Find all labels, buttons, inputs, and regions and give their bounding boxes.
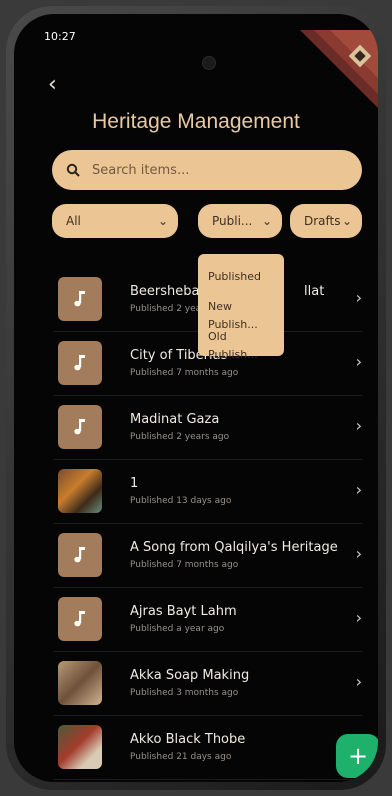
music-note-icon: [58, 597, 102, 641]
status-dropdown-value: Publi...: [212, 214, 253, 228]
music-note-icon: [58, 277, 102, 321]
item-title: Ajras Bayt Lahm: [130, 604, 237, 619]
item-subtitle: Published 13 days ago: [130, 496, 232, 506]
chevron-right-icon: ›: [355, 416, 362, 435]
list-item[interactable]: Ajras Bayt Lahm Published a year ago ›: [54, 588, 362, 652]
category-dropdown-value: All: [66, 214, 81, 228]
back-button[interactable]: ‹: [48, 72, 57, 97]
chevron-down-icon: ⌄: [157, 214, 168, 228]
menu-item-new-published[interactable]: New Publish...: [198, 292, 284, 331]
item-subtitle: Published 21 days ago: [130, 752, 232, 762]
item-subtitle: Published a year ago: [130, 624, 225, 634]
list-item[interactable]: Madinat Gaza Published 2 years ago ›: [54, 396, 362, 460]
item-title: Madinat Gaza: [130, 412, 220, 427]
filter-row: All ⌄ Publi... ⌄ Drafts ⌄: [52, 204, 362, 238]
chevron-right-icon: ›: [355, 352, 362, 371]
item-subtitle: Published 2 yea: [130, 304, 202, 314]
chevron-down-icon: ⌄: [341, 214, 352, 228]
status-dropdown-menu: Published New Publish... Old Publish...: [198, 254, 284, 361]
item-title: A Song from Qalqilya's Heritage: [130, 540, 338, 555]
chevron-right-icon: ›: [355, 480, 362, 499]
app-screen: 10:27 ▼◢▮ ‹ Heritage Management All ⌄ Pu…: [14, 14, 378, 782]
search-input[interactable]: [92, 162, 332, 178]
item-title: 1: [130, 476, 139, 491]
list-item[interactable]: Akka Soap Making Published 3 months ago …: [54, 652, 362, 716]
item-title: Akko Black Thobe: [130, 732, 246, 747]
page-title: Heritage Management: [92, 110, 300, 133]
menu-item-published[interactable]: Published: [198, 262, 284, 292]
decorative-embroidery: [300, 30, 378, 108]
chevron-right-icon: ›: [355, 608, 362, 627]
item-title: Beersheba: [130, 284, 200, 299]
item-thumbnail: [58, 725, 102, 769]
list-item[interactable]: Akko Black Thobe Published 21 days ago: [54, 716, 362, 780]
music-note-icon: [58, 405, 102, 449]
item-title: Akka Soap Making: [130, 668, 250, 683]
search-icon: [66, 163, 80, 177]
chevron-right-icon: ›: [355, 672, 362, 691]
item-subtitle: Published 3 months ago: [130, 688, 239, 698]
item-subtitle: Published 2 years ago: [130, 432, 230, 442]
item-thumbnail: [58, 661, 102, 705]
chevron-right-icon: ›: [355, 544, 362, 563]
music-note-icon: [58, 533, 102, 577]
camera-cutout: [202, 56, 216, 70]
status-time: 10:27: [44, 30, 76, 43]
status-dropdown[interactable]: Publi... ⌄: [198, 204, 282, 238]
item-subtitle: Published 7 months ago: [130, 368, 239, 378]
music-note-icon: [58, 341, 102, 385]
item-thumbnail: [58, 469, 102, 513]
category-dropdown[interactable]: All ⌄: [52, 204, 178, 238]
item-subtitle: Published 7 months ago: [130, 560, 239, 570]
item-title-suffix: llat: [304, 284, 325, 299]
list-item[interactable]: A Song from Qalqilya's Heritage Publishe…: [54, 524, 362, 588]
search-bar[interactable]: [52, 150, 362, 190]
type-dropdown-value: Drafts: [304, 214, 341, 228]
list-item[interactable]: 1 Published 13 days ago ›: [54, 460, 362, 524]
type-dropdown[interactable]: Drafts ⌄: [290, 204, 362, 238]
chevron-right-icon: ›: [355, 288, 362, 307]
chevron-down-icon: ⌄: [261, 214, 272, 228]
add-item-button[interactable]: +: [336, 734, 378, 778]
